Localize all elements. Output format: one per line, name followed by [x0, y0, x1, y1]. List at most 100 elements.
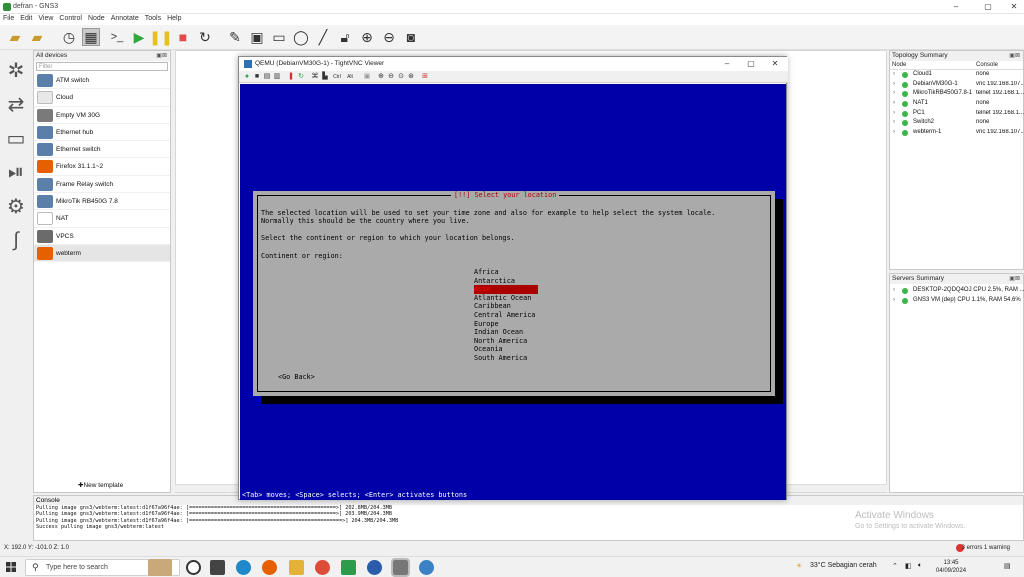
topology-node-row[interactable]: › webterm-1 vnc 192.168.107...: [890, 128, 1024, 138]
continent-option[interactable]: South America: [474, 354, 538, 363]
reload-all-icon[interactable]: ↻: [196, 28, 214, 46]
save-icon[interactable]: ■: [253, 73, 261, 81]
continent-option[interactable]: North America: [474, 337, 538, 346]
stop-all-icon[interactable]: ■: [174, 28, 192, 46]
topology-node-row[interactable]: › Switch2 none: [890, 118, 1023, 128]
clock[interactable]: 13:45 04/09/2024: [936, 559, 966, 575]
tray-app-icon[interactable]: ◧: [905, 562, 912, 570]
close-button[interactable]: ✕: [1004, 2, 1024, 11]
options-icon[interactable]: ▤: [263, 73, 271, 81]
alt-key-button[interactable]: Alt: [345, 73, 355, 81]
go-back-button[interactable]: <Go Back>: [278, 373, 315, 381]
firefox-icon[interactable]: [262, 560, 277, 575]
edge-browser-icon[interactable]: [236, 560, 251, 575]
send-ctrl-alt-del-icon[interactable]: ⌘: [311, 73, 319, 81]
minimize-button[interactable]: –: [946, 2, 966, 11]
maximize-button[interactable]: ▢: [978, 2, 998, 11]
device-template-item[interactable]: Firefox 31.1.1~2: [34, 158, 170, 176]
volume-icon[interactable]: 🔈︎: [918, 562, 922, 570]
screenshot-camera-icon[interactable]: ◙: [402, 28, 420, 46]
expand-arrow-icon[interactable]: ›: [893, 287, 895, 293]
gns3-taskbar-icon[interactable]: [341, 560, 356, 575]
pause-icon[interactable]: ❚: [287, 73, 295, 81]
continent-option[interactable]: Central America: [474, 311, 538, 320]
error-count[interactable]: 3 errors 1 warning: [962, 545, 1010, 551]
tray-chevron-icon[interactable]: ⌃: [892, 562, 898, 570]
suspend-all-icon[interactable]: ❚❚: [149, 28, 172, 46]
notification-icon[interactable]: ▤: [1004, 562, 1011, 570]
switches-icon[interactable]: ⇄: [4, 92, 28, 116]
topology-node-row[interactable]: › MikroTikRB450G7.8-1 telnet 192.168.1...: [890, 89, 1024, 99]
expand-arrow-icon[interactable]: ›: [893, 81, 895, 87]
task-view-icon[interactable]: [186, 560, 201, 575]
device-template-item[interactable]: VPCS: [34, 228, 170, 245]
panel-float-close-icon[interactable]: ▣⊠: [1009, 51, 1020, 61]
device-template-item[interactable]: webterm: [34, 244, 170, 263]
zoom-in-icon[interactable]: ⊕: [358, 28, 376, 46]
end-devices-icon[interactable]: ▭: [4, 126, 28, 150]
expand-arrow-icon[interactable]: ›: [893, 100, 895, 106]
all-devices-icon[interactable]: ⚙: [4, 194, 28, 218]
open-project-icon[interactable]: ▰: [28, 28, 46, 46]
vnc-maximize-button[interactable]: ▢: [741, 59, 761, 68]
topology-node-row[interactable]: › DebianVM30G-1 vnc 192.168.107...: [890, 80, 1024, 90]
fullscreen-toggle-icon[interactable]: ⊞: [421, 73, 429, 81]
device-template-item[interactable]: Ethernet switch: [34, 141, 170, 159]
new-template-button[interactable]: ✚New template: [78, 481, 123, 489]
continent-option[interactable]: Antarctica: [474, 277, 538, 286]
open-folder-icon[interactable]: ▰: [6, 28, 24, 46]
info-icon[interactable]: ▥: [273, 73, 281, 81]
server-row[interactable]: › GNS3 VM (dep) CPU 1.1%, RAM 54.6%: [890, 296, 1023, 306]
send-ctrl-esc-icon[interactable]: ▙: [321, 73, 329, 81]
continent-option[interactable]: Asia: [474, 285, 538, 294]
topology-node-row[interactable]: › Cloud1 none: [890, 70, 1023, 80]
expand-arrow-icon[interactable]: ›: [893, 129, 895, 135]
add-note-icon[interactable]: ✎: [226, 28, 244, 46]
zoom-100-icon[interactable]: ⊙: [397, 73, 405, 81]
new-connection-icon[interactable]: ●: [243, 73, 251, 81]
lock-icon[interactable]: 🔓︎: [336, 28, 354, 46]
insert-picture-icon[interactable]: ▣: [248, 28, 266, 46]
menu-edit[interactable]: Edit: [17, 14, 35, 23]
zoom-fit-icon[interactable]: ⊛: [407, 73, 415, 81]
vnc-minimize-button[interactable]: –: [717, 59, 737, 68]
search-highlight-image-icon[interactable]: [148, 559, 172, 576]
menu-file[interactable]: File: [0, 14, 17, 23]
console-all-icon[interactable]: >_: [108, 28, 126, 46]
device-template-item[interactable]: NAT: [34, 210, 170, 228]
continent-option[interactable]: Indian Ocean: [474, 328, 538, 337]
ctrl-key-button[interactable]: Ctrl: [331, 73, 343, 81]
continent-option[interactable]: Atlantic Ocean: [474, 294, 538, 303]
device-template-item[interactable]: Empty VM 30G: [34, 107, 170, 124]
device-template-item[interactable]: MikroTik RB450G 7.8: [34, 193, 170, 211]
fullscreen-icon[interactable]: ▣: [363, 73, 371, 81]
vnc-remote-screen[interactable]: [!!] Select your location The selected l…: [240, 84, 786, 500]
menu-annotate[interactable]: Annotate: [108, 14, 142, 23]
continent-option[interactable]: Africa: [474, 268, 538, 277]
widgets-icon[interactable]: [210, 560, 225, 575]
panel-float-close-icon[interactable]: ▣⊠: [156, 51, 167, 61]
vnc-close-button[interactable]: ✕: [765, 59, 785, 68]
draw-ellipse-icon[interactable]: ◯: [292, 28, 310, 46]
menu-node[interactable]: Node: [85, 14, 108, 23]
expand-arrow-icon[interactable]: ›: [893, 110, 895, 116]
topology-node-row[interactable]: › NAT1 none: [890, 99, 1023, 109]
tightvnc-taskbar-icon[interactable]: [391, 558, 410, 577]
app-shield-icon[interactable]: [367, 560, 382, 575]
show-interface-labels-icon[interactable]: ▦: [82, 28, 100, 46]
menu-control[interactable]: Control: [56, 14, 85, 23]
panel-float-close-icon[interactable]: ▣⊠: [1009, 274, 1020, 284]
menu-tools[interactable]: Tools: [142, 14, 164, 23]
device-template-item[interactable]: ATM switch: [34, 72, 170, 90]
topology-node-row[interactable]: › PC1 telnet 192.168.1...: [890, 109, 1024, 119]
device-filter-input[interactable]: Filter: [36, 62, 168, 71]
add-link-icon[interactable]: ∫: [4, 228, 28, 252]
device-template-item[interactable]: Frame Relay switch: [34, 176, 170, 194]
expand-arrow-icon[interactable]: ›: [893, 119, 895, 125]
routers-icon[interactable]: ✲: [4, 58, 28, 82]
expand-arrow-icon[interactable]: ›: [893, 71, 895, 77]
expand-arrow-icon[interactable]: ›: [893, 90, 895, 96]
zoom-in-icon[interactable]: ⊕: [377, 73, 385, 81]
windows-start-icon[interactable]: [6, 562, 16, 572]
server-row[interactable]: › DESKTOP-2QDQ4OJ CPU 2.5%, RAM ...: [890, 286, 1024, 296]
